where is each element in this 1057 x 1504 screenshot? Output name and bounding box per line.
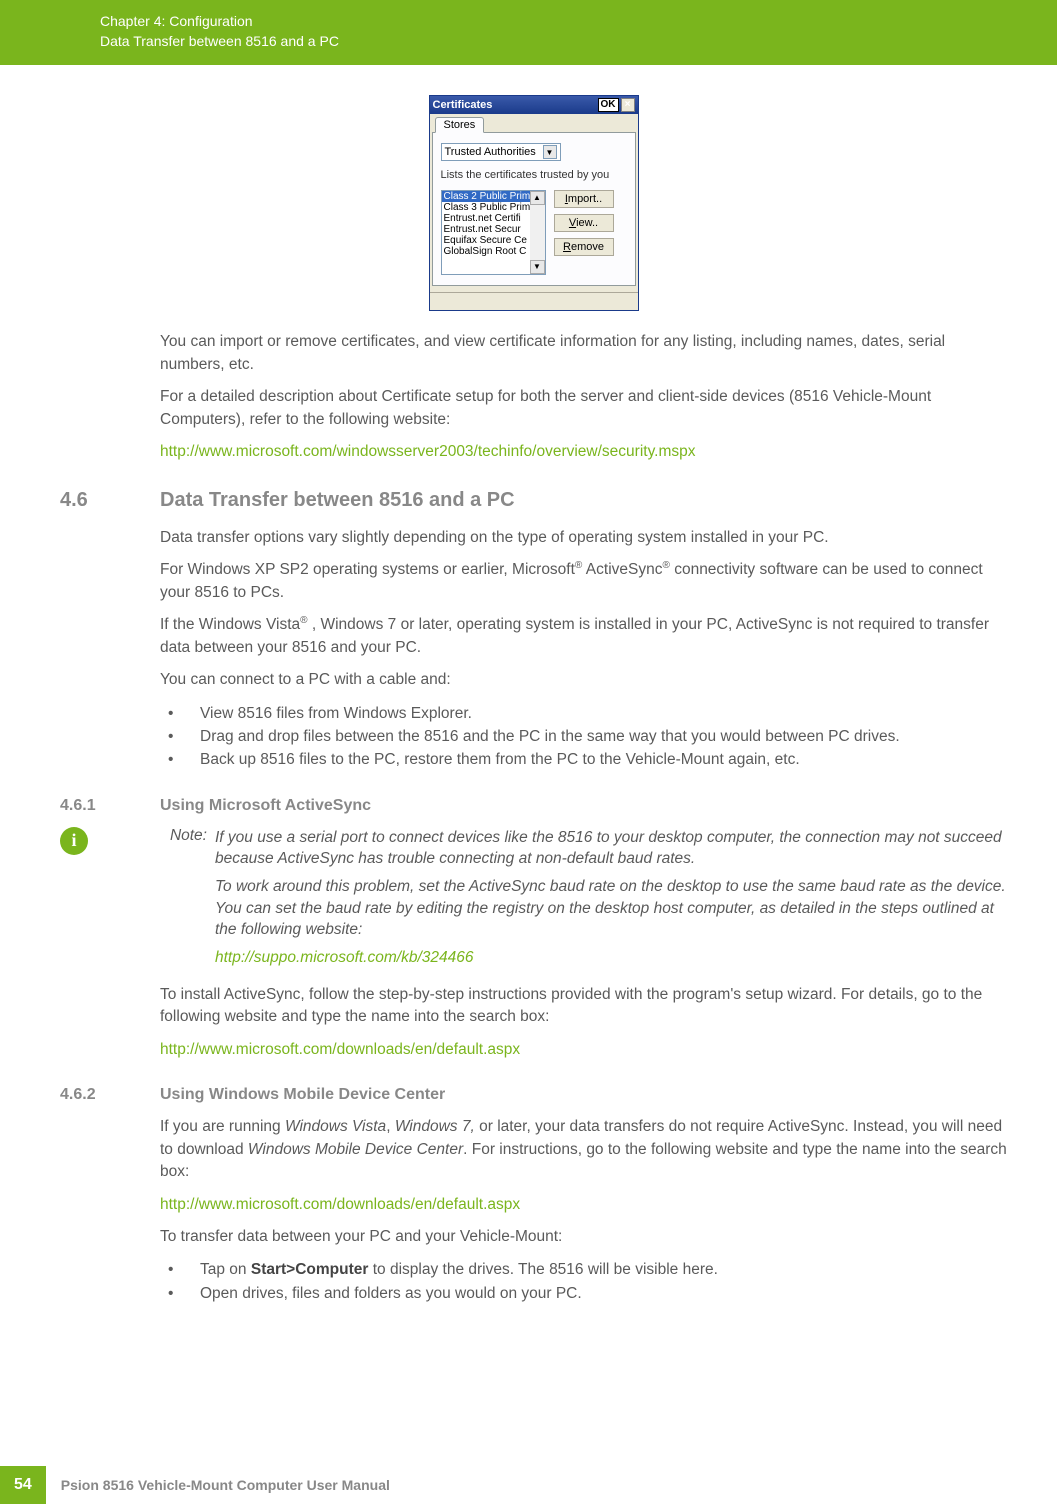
section-heading: 4.6 Data Transfer between 8516 and a PC xyxy=(60,489,1007,512)
view-button[interactable]: View.. xyxy=(554,214,614,232)
scroll-down-icon[interactable]: ▼ xyxy=(530,260,545,274)
page-footer: 54 Psion 8516 Vehicle-Mount Computer Use… xyxy=(0,1466,1057,1504)
scrollbar-track[interactable] xyxy=(530,205,545,260)
section-title: Data Transfer between 8516 and a PC xyxy=(160,489,515,512)
link-text[interactable]: http://www.microsoft.com/windowsserver20… xyxy=(160,441,1007,463)
import-button[interactable]: Import.. xyxy=(554,190,614,208)
paragraph: For a detailed description about Certifi… xyxy=(160,386,1007,431)
remove-button[interactable]: Remove xyxy=(554,238,614,256)
link-text[interactable]: http://www.microsoft.com/downloads/en/de… xyxy=(160,1039,1007,1061)
bullet-list: Tap on Start>Computer to display the dri… xyxy=(160,1258,1007,1305)
subsection-title: Using Microsoft ActiveSync xyxy=(160,797,371,815)
subsection-heading: 4.6.2 Using Windows Mobile Device Center xyxy=(60,1086,1007,1104)
window-statusbar xyxy=(430,292,638,310)
dropdown-description: Lists the certificates trusted by you xyxy=(441,169,627,182)
list-item[interactable]: Class 3 Public Prim xyxy=(442,202,530,213)
bullet-list: View 8516 files from Windows Explorer. D… xyxy=(160,702,1007,772)
stores-tab[interactable]: Stores xyxy=(435,117,485,133)
paragraph: Data transfer options vary slightly depe… xyxy=(160,527,1007,549)
bullet-item: Back up 8516 files to the PC, restore th… xyxy=(160,748,1007,771)
page-header: Chapter 4: Configuration Data Transfer b… xyxy=(0,0,1057,65)
note-block: i Note: If you use a serial port to conn… xyxy=(60,827,1007,969)
paragraph: You can connect to a PC with a cable and… xyxy=(160,669,1007,691)
bullet-item: Drag and drop files between the 8516 and… xyxy=(160,725,1007,748)
window-titlebar: Certificates OK × xyxy=(430,96,638,114)
paragraph: For Windows XP SP2 operating systems or … xyxy=(160,559,1007,604)
paragraph: If the Windows Vista® , Windows 7 or lat… xyxy=(160,614,1007,659)
section-number: 4.6 xyxy=(60,489,160,512)
close-button[interactable]: × xyxy=(621,98,635,112)
paragraph: To transfer data between your PC and you… xyxy=(160,1226,1007,1248)
dropdown-value: Trusted Authorities xyxy=(445,146,536,158)
header-section: Data Transfer between 8516 and a PC xyxy=(100,32,1057,52)
bullet-item: Tap on Start>Computer to display the dri… xyxy=(160,1258,1007,1281)
list-item[interactable]: Entrust.net Certifi xyxy=(442,213,530,224)
note-text: If you use a serial port to connect devi… xyxy=(215,827,1007,969)
footer-title: Psion 8516 Vehicle-Mount Computer User M… xyxy=(46,1477,390,1493)
subsection-number: 4.6.1 xyxy=(60,797,160,815)
certificates-window: Certificates OK × Stores Trusted Authori… xyxy=(429,95,639,311)
page-number: 54 xyxy=(0,1466,46,1504)
certificates-listbox[interactable]: ▲ ▼ Class 2 Public Prim Class 3 Public P… xyxy=(441,190,546,275)
note-label: Note: xyxy=(160,827,215,969)
paragraph: You can import or remove certificates, a… xyxy=(160,331,1007,376)
subsection-title: Using Windows Mobile Device Center xyxy=(160,1086,445,1104)
list-item[interactable]: GlobalSign Root C xyxy=(442,246,530,257)
window-title: Certificates xyxy=(433,99,493,111)
list-item[interactable]: Entrust.net Secur xyxy=(442,224,530,235)
header-chapter: Chapter 4: Configuration xyxy=(100,12,1057,32)
subsection-heading: 4.6.1 Using Microsoft ActiveSync xyxy=(60,797,1007,815)
note-link[interactable]: http://suppo.microsoft.com/kb/324466 xyxy=(215,947,1007,969)
list-item[interactable]: Equifax Secure Ce xyxy=(442,235,530,246)
link-text[interactable]: http://www.microsoft.com/downloads/en/de… xyxy=(160,1194,1007,1216)
info-icon: i xyxy=(60,827,88,855)
page-content: Certificates OK × Stores Trusted Authori… xyxy=(0,65,1057,1305)
paragraph: To install ActiveSync, follow the step-b… xyxy=(160,984,1007,1029)
paragraph: If you are running Windows Vista, Window… xyxy=(160,1116,1007,1183)
subsection-number: 4.6.2 xyxy=(60,1086,160,1104)
scroll-up-icon[interactable]: ▲ xyxy=(530,191,545,205)
bullet-item: Open drives, files and folders as you wo… xyxy=(160,1282,1007,1305)
chevron-down-icon: ▼ xyxy=(543,145,557,159)
list-item[interactable]: Class 2 Public Prim xyxy=(442,191,530,202)
bullet-item: View 8516 files from Windows Explorer. xyxy=(160,702,1007,725)
ok-button[interactable]: OK xyxy=(598,98,619,112)
authorities-dropdown[interactable]: Trusted Authorities ▼ xyxy=(441,143,561,161)
